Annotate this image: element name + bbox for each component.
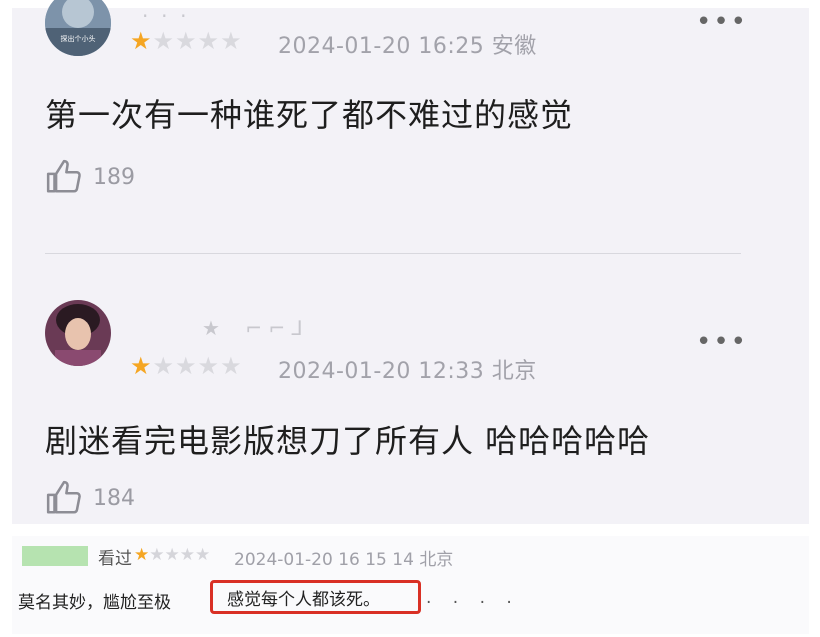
star-icon: ★	[179, 545, 195, 565]
star-icon: ★	[197, 352, 220, 380]
star-icon: ★	[130, 27, 152, 55]
user-avatar-icon[interactable]: 探出个小头	[45, 0, 111, 56]
review-meta: 2024-01-20 16 15 14 北京	[234, 545, 453, 570]
thumbs-up-icon	[46, 480, 81, 514]
comment-date: 2024-01-20 12:33	[278, 359, 485, 384]
comment-date: 2024-01-20 16:25	[278, 34, 485, 59]
star-icon: ★	[152, 352, 175, 380]
watched-status: 看过	[98, 549, 132, 569]
comment-card: 探出个小头 · · · ★ ★ ★ ★ ★ 2024-01-20 16:25 安…	[12, 0, 809, 250]
star-rating: ★ ★ ★ ★ ★	[130, 354, 242, 378]
star-icon: ★	[220, 27, 242, 55]
like-button[interactable]: 189	[45, 158, 135, 196]
more-dots-icon[interactable]: •••	[696, 329, 748, 355]
star-icon: ★	[164, 545, 180, 565]
star-icon: ★	[134, 545, 150, 565]
ellipsis-text: . . . .	[426, 588, 520, 608]
comment-text: 剧迷看完电影版想刀了所有人 哈哈哈哈哈	[45, 422, 651, 460]
comment-meta: 2024-01-20 16:25 安徽	[278, 28, 537, 60]
star-icon: ★	[220, 352, 242, 380]
like-count: 184	[93, 485, 135, 511]
star-icon: ★	[175, 27, 197, 55]
highlighted-text-content: 感觉每个人都该死。	[227, 589, 380, 610]
avatar-caption: 探出个小头	[60, 35, 96, 43]
user-avatar-icon[interactable]	[45, 300, 111, 366]
comment-location: 安徽	[491, 34, 537, 59]
highlighted-text: 感觉每个人都该死。	[210, 580, 421, 614]
comment-location: 北京	[491, 359, 537, 384]
star-icon: ★	[195, 545, 211, 565]
thumbs-up-icon	[46, 159, 81, 193]
star-rating: ★ ★ ★ ★ ★	[130, 29, 242, 53]
divider	[45, 253, 741, 254]
star-icon: ★	[130, 352, 152, 380]
comment-meta: 2024-01-20 12:33 北京	[278, 353, 537, 385]
more-dots-icon[interactable]: •••	[696, 9, 748, 35]
username-blurred: · · ·	[142, 4, 187, 28]
like-button[interactable]: 184	[45, 479, 135, 517]
review-location: 北京	[419, 550, 454, 570]
review-datetime: 2024-01-20 16 15 14	[234, 550, 414, 570]
review-text: 莫名其妙，尴尬至极	[18, 593, 171, 613]
comment-list: 探出个小头 · · · ★ ★ ★ ★ ★ 2024-01-20 16:25 安…	[12, 0, 809, 524]
star-icon: ★	[149, 545, 165, 565]
like-count: 189	[93, 164, 135, 190]
star-icon: ★	[197, 27, 220, 55]
review-snippet: 看过 ★ ★ ★ ★ ★ 2024-01-20 16 15 14 北京 莫名其妙…	[12, 536, 809, 634]
star-icon: ★	[175, 352, 197, 380]
username-blurred: ★ ⌐ ⌐ ⅃	[202, 316, 303, 340]
username-mask	[22, 546, 88, 566]
star-icon: ★	[152, 27, 175, 55]
comment-text: 第一次有一种谁死了都不难过的感觉	[45, 96, 574, 134]
star-rating: ★ ★ ★ ★ ★	[134, 544, 210, 566]
comment-card: ★ ⌐ ⌐ ⅃ ★ ★ ★ ★ ★ 2024-01-20 12:33 北京 ••…	[12, 256, 809, 524]
